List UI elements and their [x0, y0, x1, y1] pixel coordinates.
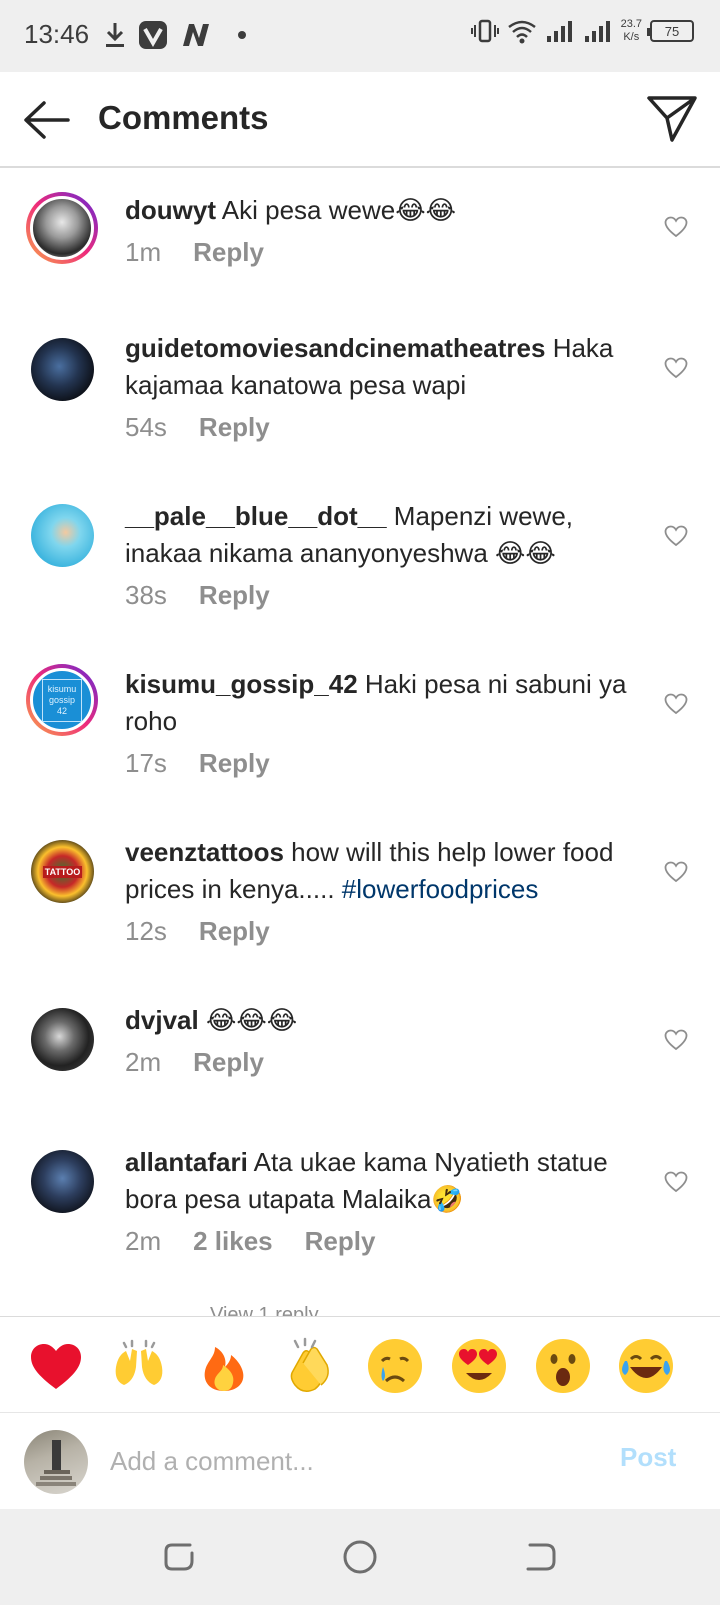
like-heart-icon[interactable] [664, 693, 688, 715]
like-heart-icon[interactable] [664, 1171, 688, 1193]
likes-count[interactable]: 2 likes [193, 1226, 273, 1257]
news-app-icon [183, 24, 209, 46]
comment-time: 1m [125, 237, 162, 267]
comment-input[interactable] [110, 1436, 580, 1486]
vibrate-icon [470, 19, 499, 43]
like-heart-icon[interactable] [664, 525, 688, 547]
comment-time: 12s [125, 916, 167, 946]
page-title: Comments [98, 99, 269, 136]
comment-time: 2m [125, 1226, 162, 1256]
comments-list[interactable]: douwyt Aki pesa wewe😂😂 1m Reply guidetom… [0, 170, 720, 1316]
comment-text: veenztattoos how will this help lower fo… [125, 837, 614, 904]
emoji-tears-of-joy-button[interactable] [617, 1337, 675, 1395]
reply-button[interactable]: Reply [199, 412, 270, 443]
avatar[interactable] [26, 192, 98, 264]
view-replies-link[interactable]: View 1 reply [210, 1304, 319, 1316]
like-heart-icon[interactable] [664, 357, 688, 379]
avatar[interactable] [31, 1008, 94, 1071]
quick-reactions-bar [0, 1316, 720, 1413]
recent-apps-icon[interactable] [162, 1539, 198, 1575]
signal-icon [546, 21, 572, 42]
comment-username[interactable]: veenztattoos [125, 837, 284, 867]
comment-text: douwyt Aki pesa wewe😂😂 [125, 195, 456, 225]
emoji-crying-face-button[interactable] [366, 1337, 424, 1395]
avatar[interactable] [31, 504, 94, 567]
back-nav-icon[interactable] [522, 1539, 558, 1575]
hashtag-link[interactable]: #lowerfoodprices [342, 874, 539, 904]
comment-time: 17s [125, 748, 167, 778]
reply-button[interactable]: Reply [199, 916, 270, 947]
like-heart-icon[interactable] [664, 1029, 688, 1051]
direct-send-icon[interactable] [646, 94, 698, 144]
reply-button[interactable]: Reply [199, 580, 270, 611]
avatar [24, 1430, 88, 1494]
wifi-icon [507, 20, 536, 44]
comment-text: kisumu_gossip_42 Haki pesa ni sabuni ya … [125, 669, 627, 736]
back-arrow-icon[interactable] [22, 98, 72, 142]
comment-username[interactable]: guidetomoviesandcinematheatres [125, 333, 545, 363]
comment-username[interactable]: douwyt [125, 195, 216, 225]
emoji-clapping-hands-button[interactable] [281, 1337, 339, 1395]
comment-username[interactable]: __pale__blue__dot__ [125, 501, 387, 531]
avatar[interactable]: TATTOO [31, 840, 94, 903]
signal-icon-2 [584, 21, 610, 42]
status-bar: 13:46 23.7 K/s 75 [0, 0, 720, 72]
notification-dot-icon [238, 31, 246, 39]
home-icon[interactable] [342, 1539, 378, 1575]
battery-icon: 75 [647, 20, 694, 42]
emoji-raising-hands-button[interactable] [110, 1337, 168, 1395]
emoji-fire-button[interactable] [195, 1337, 253, 1395]
avatar-text: kisumu gossip 42 [42, 678, 82, 722]
reply-button[interactable]: Reply [193, 1047, 264, 1078]
status-time: 13:46 [24, 19, 90, 49]
comment-username[interactable]: allantafari [125, 1147, 248, 1177]
comment-text: __pale__blue__dot__ Mapenzi wewe, inakaa… [125, 501, 573, 568]
like-heart-icon[interactable] [664, 861, 688, 883]
comments-header: Comments [0, 72, 720, 168]
comment-username[interactable]: kisumu_gossip_42 [125, 669, 358, 699]
comment-composer: Post [0, 1414, 720, 1508]
comment-text: allantafari Ata ukae kama Nyatieth statu… [125, 1147, 608, 1214]
post-button[interactable]: Post [620, 1442, 676, 1473]
emoji-heart-button[interactable] [27, 1337, 85, 1395]
reply-button[interactable]: Reply [199, 748, 270, 779]
emoji-surprised-face-button[interactable] [534, 1337, 592, 1395]
comment-time: 38s [125, 580, 167, 610]
avatar[interactable]: kisumu gossip 42 [26, 664, 98, 736]
vpn-app-icon [139, 21, 167, 49]
like-heart-icon[interactable] [664, 216, 688, 238]
reply-button[interactable]: Reply [193, 237, 264, 268]
comment-time: 2m [125, 1047, 162, 1077]
comment-text: guidetomoviesandcinematheatres Haka kaja… [125, 333, 614, 400]
network-speed: 23.7 K/s [620, 18, 642, 43]
system-nav-bar [0, 1509, 720, 1605]
download-icon [106, 23, 124, 47]
comment-username[interactable]: dvjval [125, 1005, 199, 1035]
comment-time: 54s [125, 412, 167, 442]
avatar[interactable] [31, 1150, 94, 1213]
avatar-text: TATTOO [42, 865, 83, 878]
reply-button[interactable]: Reply [305, 1226, 376, 1257]
emoji-heart-eyes-button[interactable] [450, 1337, 508, 1395]
avatar[interactable] [31, 338, 94, 401]
comment-text: dvjval 😂😂😂 [125, 1005, 298, 1035]
